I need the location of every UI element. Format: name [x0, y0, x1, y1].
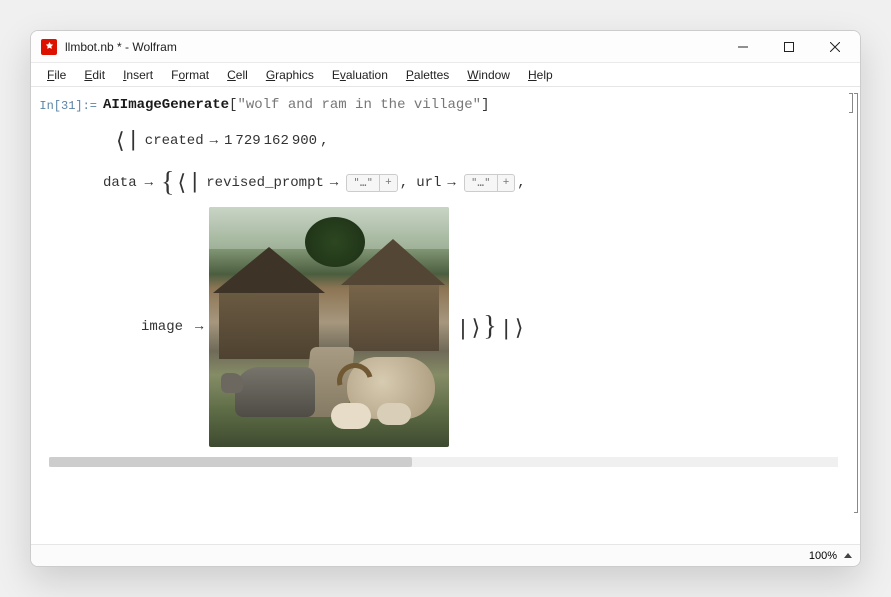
- statusbar: 100%: [31, 544, 860, 566]
- menubar: File Edit Insert Format Cell Graphics Ev…: [31, 63, 860, 87]
- arrow-icon: →: [189, 319, 209, 335]
- data-key: data: [103, 169, 139, 197]
- created-value: 1729162900: [224, 127, 320, 155]
- menu-evaluation[interactable]: Evaluation: [324, 66, 396, 84]
- generated-image[interactable]: [209, 207, 449, 447]
- list-open-icon: {: [159, 169, 176, 197]
- window-controls: [720, 31, 858, 63]
- comma: ,: [320, 127, 328, 155]
- maximize-button[interactable]: [766, 31, 812, 63]
- comma: ,: [517, 169, 525, 197]
- output-cell: ⟨ | created → 1729162900 , data → { ⟨ | …: [35, 127, 850, 447]
- comma: ,: [400, 169, 408, 197]
- arrow-icon: →: [139, 169, 159, 197]
- scrollbar-thumb[interactable]: [49, 457, 412, 467]
- titlebar: llmbot.nb * - Wolfram: [31, 31, 860, 63]
- notebook-area[interactable]: In[31]:= AIImageGenerate["wolf and ram i…: [31, 87, 860, 544]
- input-label: In[31]:=: [35, 97, 97, 113]
- minimize-button[interactable]: [720, 31, 766, 63]
- menu-palettes[interactable]: Palettes: [398, 66, 457, 84]
- closing-delimiters: |⟩}|⟩: [455, 311, 524, 343]
- assoc-pipe-open: |: [126, 127, 141, 155]
- menu-edit[interactable]: Edit: [76, 66, 113, 84]
- revised-prompt-key: revised_prompt: [206, 169, 324, 197]
- zoom-level[interactable]: 100%: [809, 550, 837, 562]
- horizontal-scrollbar[interactable]: [49, 457, 838, 467]
- arrow-icon: →: [204, 127, 224, 155]
- menu-graphics[interactable]: Graphics: [258, 66, 322, 84]
- app-icon: [41, 39, 57, 55]
- menu-format[interactable]: Format: [163, 66, 217, 84]
- arrow-icon: →: [441, 169, 461, 197]
- string-argument: "wolf and ram in the village": [237, 97, 481, 113]
- close-square-bracket: ]: [481, 97, 489, 113]
- assoc-pipe-open: |: [187, 169, 202, 197]
- close-button[interactable]: [812, 31, 858, 63]
- menu-cell[interactable]: Cell: [219, 66, 256, 84]
- image-key: image: [141, 319, 183, 335]
- plus-icon: +: [380, 174, 397, 192]
- menu-help[interactable]: Help: [520, 66, 561, 84]
- created-key: created: [145, 127, 204, 155]
- app-window: llmbot.nb * - Wolfram File Edit Insert F…: [30, 30, 861, 567]
- elision-button-revised-prompt[interactable]: "…" +: [346, 174, 397, 192]
- menu-insert[interactable]: Insert: [115, 66, 161, 84]
- input-cell: In[31]:= AIImageGenerate["wolf and ram i…: [35, 93, 850, 117]
- arrow-icon: →: [324, 169, 344, 197]
- elision-button-url[interactable]: "…" +: [464, 174, 515, 192]
- function-name: AIImageGenerate: [103, 97, 229, 113]
- menu-file[interactable]: File: [39, 66, 74, 84]
- plus-icon: +: [498, 174, 515, 192]
- cell-bracket[interactable]: [848, 93, 858, 513]
- zoom-caret-icon[interactable]: [844, 553, 852, 558]
- menu-window[interactable]: Window: [459, 66, 518, 84]
- window-title: llmbot.nb * - Wolfram: [65, 40, 177, 54]
- url-key: url: [416, 169, 441, 197]
- assoc-open-icon: ⟨: [115, 127, 126, 155]
- assoc-open-icon: ⟨: [176, 169, 187, 197]
